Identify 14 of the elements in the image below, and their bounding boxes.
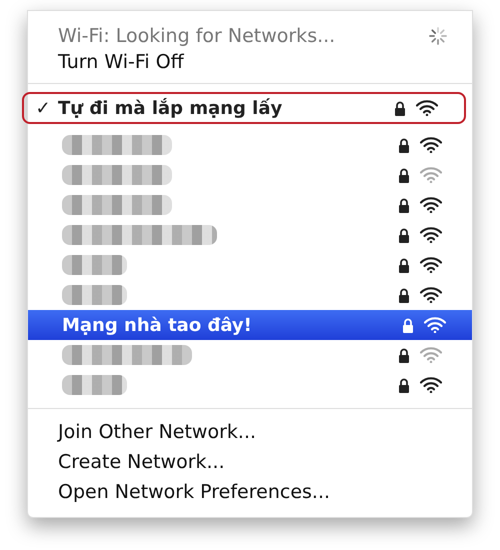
menu-item[interactable]: Join Other Network...	[58, 417, 256, 447]
check-mark: ✓	[35, 98, 51, 118]
annotation-outline[interactable]: ✓ Tự đi mà lắp mạng lấy	[22, 92, 466, 124]
network-name: Mạng nhà tao đây!	[62, 314, 252, 336]
highlighted-network-row[interactable]: Mạng nhà tao đây!	[28, 310, 472, 340]
network-name: Tự đi mà lắp mạng lấy	[58, 98, 282, 118]
pixelated-text	[62, 375, 127, 395]
pixelated-text	[62, 255, 127, 275]
menu-item[interactable]: Turn Wi-Fi Off	[58, 51, 184, 73]
status-text: Wi-Fi: Looking for Networks...	[58, 25, 336, 47]
spinner-icon	[428, 26, 448, 46]
pixelated-text	[62, 285, 127, 305]
menu-item[interactable]: Create Network...	[58, 447, 225, 477]
menu-item[interactable]: Open Network Preferences...	[58, 477, 330, 507]
